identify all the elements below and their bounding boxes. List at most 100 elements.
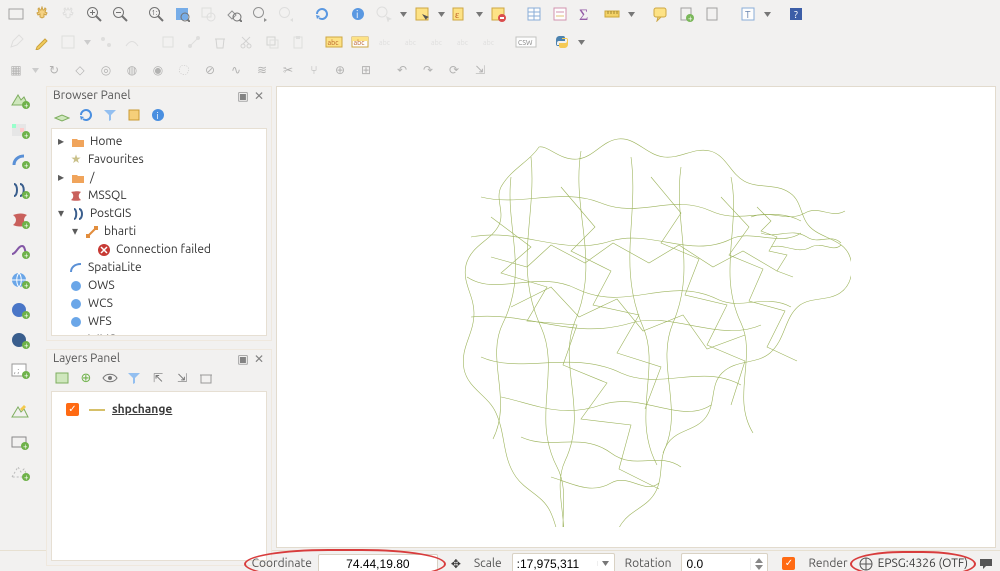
- new-geopackage-icon[interactable]: +: [7, 430, 33, 454]
- map-feature-layer: [421, 107, 851, 527]
- open-project-icon[interactable]: [4, 2, 28, 26]
- measure-icon[interactable]: [600, 2, 624, 26]
- filter-legend-icon[interactable]: [125, 369, 143, 387]
- browser-panel-title: Browser Panel: [53, 89, 130, 102]
- rotation-stepper-icon[interactable]: [750, 558, 767, 570]
- zoom-in-icon[interactable]: [82, 2, 106, 26]
- scale-combo[interactable]: [512, 553, 615, 571]
- add-postgis-icon[interactable]: +: [7, 178, 33, 202]
- new-shapefile-icon[interactable]: [7, 400, 33, 424]
- field-calculator-icon[interactable]: [548, 2, 572, 26]
- tree-spatialite[interactable]: SpatiaLite: [88, 261, 142, 275]
- identify-icon[interactable]: i: [346, 2, 370, 26]
- label-abc-icon[interactable]: abc: [322, 30, 346, 54]
- zoom-last-icon[interactable]: [248, 2, 272, 26]
- python-icon[interactable]: [550, 30, 574, 54]
- tree-wcs[interactable]: WCS: [88, 297, 113, 311]
- expand-icon[interactable]: ▸: [56, 135, 66, 149]
- new-virtual-layer-icon[interactable]: +: [7, 460, 33, 484]
- pan-icon[interactable]: [30, 2, 54, 26]
- map-canvas[interactable]: [276, 86, 996, 548]
- tree-postgis[interactable]: PostGIS: [90, 207, 131, 221]
- filter-browser-icon[interactable]: [101, 106, 119, 124]
- select-by-expression-icon[interactable]: ε: [448, 2, 472, 26]
- annotation-dropdown-icon[interactable]: [762, 3, 772, 25]
- zoom-out-icon[interactable]: [108, 2, 132, 26]
- select-expr-dropdown-icon[interactable]: [474, 3, 484, 25]
- collapse-icon[interactable]: ▾: [70, 225, 80, 239]
- open-table-icon[interactable]: [522, 2, 546, 26]
- crs-label[interactable]: EPSG:4326 (OTF): [878, 557, 968, 570]
- tree-wms[interactable]: WMS: [88, 333, 116, 336]
- style-manager-icon[interactable]: [53, 369, 71, 387]
- crs-group[interactable]: EPSG:4326 (OTF): [858, 556, 968, 571]
- reshape-icon: ∿: [224, 58, 248, 82]
- label-show-icon: abc: [400, 30, 424, 54]
- add-mssql-icon[interactable]: +: [7, 208, 33, 232]
- statistics-icon[interactable]: Σ: [574, 2, 598, 26]
- collapse-icon[interactable]: ▾: [56, 207, 66, 221]
- csw-icon[interactable]: CSW: [514, 30, 538, 54]
- pencil-icon[interactable]: [30, 30, 54, 54]
- layer-row[interactable]: shpchange: [56, 396, 262, 423]
- expand-all-icon[interactable]: ⇱: [149, 369, 167, 387]
- add-group-icon[interactable]: ⊕: [77, 369, 95, 387]
- crs-icon[interactable]: [858, 556, 874, 571]
- panel-close-icon[interactable]: ✕: [253, 90, 265, 102]
- zoom-native-icon[interactable]: 1:1: [144, 2, 168, 26]
- select-features-dropdown-icon[interactable]: [436, 3, 446, 25]
- render-checkbox[interactable]: [782, 557, 795, 570]
- select-features-icon[interactable]: [410, 2, 434, 26]
- layer-name[interactable]: shpchange: [112, 403, 172, 416]
- add-wms-icon[interactable]: +: [7, 268, 33, 292]
- python-dropdown-icon[interactable]: [576, 31, 586, 53]
- text-annotation-icon[interactable]: T: [736, 2, 760, 26]
- new-bookmark-icon[interactable]: +: [674, 2, 698, 26]
- cad-dropdown-icon: [30, 59, 40, 81]
- tree-mssql[interactable]: MSSQL: [88, 189, 126, 203]
- collapse-all-icon[interactable]: ⇲: [173, 369, 191, 387]
- map-tips-icon[interactable]: [648, 2, 672, 26]
- properties-icon[interactable]: i: [149, 106, 167, 124]
- tree-root[interactable]: /: [90, 171, 94, 185]
- tree-favourites[interactable]: Favourites: [88, 153, 144, 167]
- label-highlight-icon[interactable]: abc: [348, 30, 372, 54]
- scale-input[interactable]: [513, 555, 597, 571]
- measure-dropdown-icon[interactable]: [626, 3, 636, 25]
- expand-icon[interactable]: ▸: [56, 171, 66, 185]
- help-icon[interactable]: ?: [784, 2, 808, 26]
- add-delimited-text-icon[interactable]: , ;+: [7, 358, 33, 382]
- rotation-input[interactable]: [682, 555, 750, 571]
- add-db2-icon[interactable]: +: [7, 238, 33, 262]
- remove-layer-icon[interactable]: [197, 369, 215, 387]
- toolbar-main-3: ▦ ↻ ◇ ◎ ◍ ◉ ◌ ⊘ ∿ ≋ ✂ ⑂ ⊕ ⊞ ↶ ↷ ⟳ ⇲: [0, 56, 1000, 84]
- tree-postgis-conn[interactable]: bharti: [104, 225, 136, 239]
- deselect-all-icon[interactable]: [486, 2, 510, 26]
- toggle-extents-icon[interactable]: ✥: [448, 556, 464, 571]
- add-wcs-icon[interactable]: +: [7, 298, 33, 322]
- identify-dropdown-icon[interactable]: [398, 3, 408, 25]
- rotation-spinner[interactable]: [681, 553, 768, 571]
- manage-visibility-icon[interactable]: [101, 369, 119, 387]
- show-bookmarks-icon[interactable]: [700, 2, 724, 26]
- tree-home[interactable]: Home: [90, 135, 122, 149]
- zoom-to-layer-icon[interactable]: [222, 2, 246, 26]
- add-raster-layer-icon[interactable]: +: [7, 118, 33, 142]
- scale-dropdown-icon[interactable]: [597, 561, 614, 566]
- add-wfs-icon[interactable]: +: [7, 328, 33, 352]
- collapse-all-icon[interactable]: [125, 106, 143, 124]
- refresh-browser-icon[interactable]: [77, 106, 95, 124]
- add-layer-icon[interactable]: [53, 106, 71, 124]
- panel-close-icon[interactable]: ✕: [253, 353, 265, 365]
- zoom-full-icon[interactable]: [170, 2, 194, 26]
- tree-wfs[interactable]: WFS: [88, 315, 112, 329]
- coordinate-input[interactable]: [318, 554, 438, 571]
- tree-ows[interactable]: OWS: [88, 279, 115, 293]
- add-spatialite-icon[interactable]: +: [7, 148, 33, 172]
- layer-visibility-checkbox[interactable]: [66, 403, 79, 416]
- panel-undock-icon[interactable]: ▣: [237, 90, 249, 102]
- add-vector-layer-icon[interactable]: +: [7, 88, 33, 112]
- messages-icon[interactable]: [978, 556, 994, 571]
- panel-undock-icon[interactable]: ▣: [237, 353, 249, 365]
- refresh-icon[interactable]: [310, 2, 334, 26]
